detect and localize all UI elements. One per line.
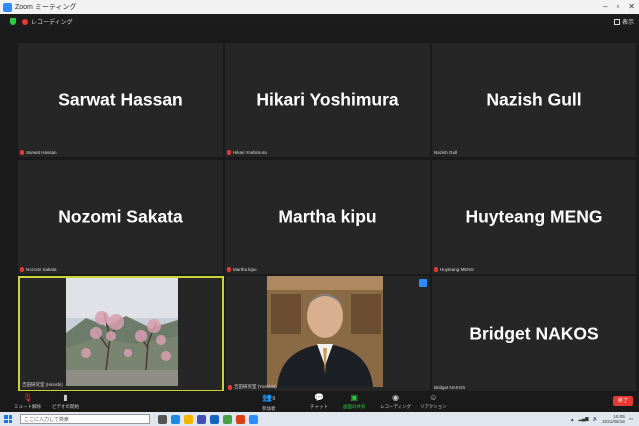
- participant-video-feed: [267, 276, 383, 387]
- participant-name-label: 吉田研究室 (Yoshida): [228, 384, 277, 390]
- minimize-icon[interactable]: –: [603, 2, 607, 11]
- participant-video-tile-active[interactable]: 吉田研究室 (Hiroshi): [18, 276, 224, 392]
- chat-icon: 💬: [314, 393, 324, 402]
- participant-tile[interactable]: Nazish Gull Nazish Gull: [432, 43, 636, 157]
- mute-button[interactable]: 🎙 ミュート解除: [14, 393, 41, 410]
- security-shield-icon[interactable]: [10, 18, 16, 25]
- reactions-button[interactable]: ☺ リアクション: [420, 393, 447, 410]
- participant-tile[interactable]: Huyteang MENG Huyteang MENG: [432, 160, 636, 274]
- participant-display-name: Bridget NAKOS: [469, 323, 599, 344]
- cherry-trees-image: [66, 278, 178, 386]
- os-taskbar: ここに入力して検索 ▲ ▂▄▆ 🔈 15:05 2021/06/18 ▭: [0, 412, 639, 426]
- close-icon[interactable]: ✕: [628, 2, 635, 11]
- volume-icon[interactable]: 🔈: [593, 416, 599, 422]
- mic-muted-icon: [227, 150, 231, 155]
- share-screen-button[interactable]: ▣ 画面の共有: [343, 393, 366, 410]
- participant-display-name: Nozomi Sakata: [58, 206, 183, 227]
- system-tray: ▲ ▂▄▆ 🔈 15:05 2021/06/18 ▭: [570, 414, 633, 424]
- chrome-icon[interactable]: [223, 414, 232, 424]
- task-view-icon[interactable]: [158, 414, 167, 424]
- video-camera-icon: ▮: [63, 393, 68, 402]
- mic-muted-icon: [20, 150, 24, 155]
- zoom-app-icon: [3, 2, 12, 12]
- participant-video-feed: [66, 278, 178, 386]
- participant-video-tile[interactable]: 吉田研究室 (Yoshida): [226, 276, 430, 392]
- participants-button[interactable]: 👥9 参加者: [262, 393, 276, 412]
- meeting-toolbar: 🎙 ミュート解除 ▮ ビデオの開始 👥9 参加者 💬 チャット ▣ 画面の共有 …: [0, 391, 639, 412]
- participant-name-label: Martha kipu: [227, 267, 257, 272]
- maximize-icon[interactable]: ▫: [616, 2, 619, 11]
- chat-button[interactable]: 💬 チャット: [310, 393, 328, 410]
- mic-muted-icon: [434, 267, 438, 272]
- grid-view-icon: [613, 18, 620, 25]
- reactions-icon: ☺: [429, 393, 438, 402]
- mic-muted-icon: [20, 267, 24, 272]
- edge-browser-icon[interactable]: [171, 414, 180, 424]
- video-button[interactable]: ▮ ビデオの開始: [52, 393, 79, 410]
- zoom-taskbar-icon[interactable]: [249, 414, 258, 424]
- participant-name-label: Hikari Yoshimura: [227, 150, 267, 155]
- participants-icon: 👥9: [262, 393, 276, 402]
- participant-tile[interactable]: Nozomi Sakata Nozomi Sakata: [18, 160, 223, 274]
- mic-off-icon: 🎙: [22, 393, 33, 402]
- record-button[interactable]: ◉ レコーディング: [380, 393, 411, 410]
- share-screen-icon: ▣: [350, 393, 359, 402]
- participant-display-name: Huyteang MENG: [465, 206, 603, 227]
- powerpoint-icon[interactable]: [236, 414, 245, 424]
- participant-name-label: Nozomi Sakata: [20, 267, 57, 272]
- recording-label[interactable]: レコーディング: [31, 17, 73, 26]
- mic-muted-icon: [228, 384, 232, 390]
- window-title: Zoom ミーティング: [15, 4, 77, 11]
- network-icon[interactable]: ▂▄▆: [578, 416, 588, 422]
- participant-tile[interactable]: Martha kipu Martha kipu: [225, 160, 430, 274]
- participant-display-name: Nazish Gull: [486, 89, 582, 110]
- record-icon: ◉: [392, 393, 400, 402]
- end-meeting-button[interactable]: 終了: [613, 396, 633, 406]
- pin-icon[interactable]: [419, 279, 427, 287]
- participant-name-label: 吉田研究室 (Hiroshi): [22, 382, 63, 387]
- mic-muted-icon: [227, 267, 231, 272]
- store-icon[interactable]: [197, 414, 206, 424]
- notification-icon[interactable]: ▭: [629, 416, 633, 422]
- participant-tile[interactable]: Sarwat Hassan Sarwat Hassan: [18, 43, 223, 157]
- window-titlebar: Zoom ミーティング – ▫ ✕: [0, 0, 639, 14]
- participant-tile[interactable]: Hikari Yoshimura Hikari Yoshimura: [225, 43, 430, 157]
- participant-name-label: Sarwat Hassan: [20, 150, 57, 155]
- tray-arrow-icon[interactable]: ▲: [570, 417, 574, 422]
- participant-display-name: Sarwat Hassan: [58, 89, 183, 110]
- participant-name-label: Nazish Gull: [434, 150, 458, 155]
- taskbar-search-input[interactable]: ここに入力して検索: [20, 414, 150, 424]
- clock-date: 2021/06/18: [602, 419, 625, 424]
- file-explorer-icon[interactable]: [184, 414, 193, 424]
- participant-tile[interactable]: Bridget NAKOS Bridget NAKOS: [432, 276, 636, 392]
- participant-display-name: Martha kipu: [278, 206, 377, 227]
- participant-display-name: Hikari Yoshimura: [256, 89, 399, 110]
- view-label: 表示: [621, 20, 634, 26]
- meeting-topbar: レコーディング 表示: [0, 14, 639, 29]
- view-button[interactable]: 表示: [613, 17, 634, 26]
- participant-name-label: Huyteang MENG: [434, 267, 474, 272]
- recording-dot-icon: [22, 18, 28, 25]
- windows-start-icon[interactable]: [4, 415, 12, 423]
- clock[interactable]: 15:05 2021/06/18: [602, 414, 625, 424]
- participant-name-label: Bridget NAKOS: [434, 385, 466, 390]
- speaker-portrait-image: [267, 276, 383, 387]
- mail-icon[interactable]: [210, 414, 219, 424]
